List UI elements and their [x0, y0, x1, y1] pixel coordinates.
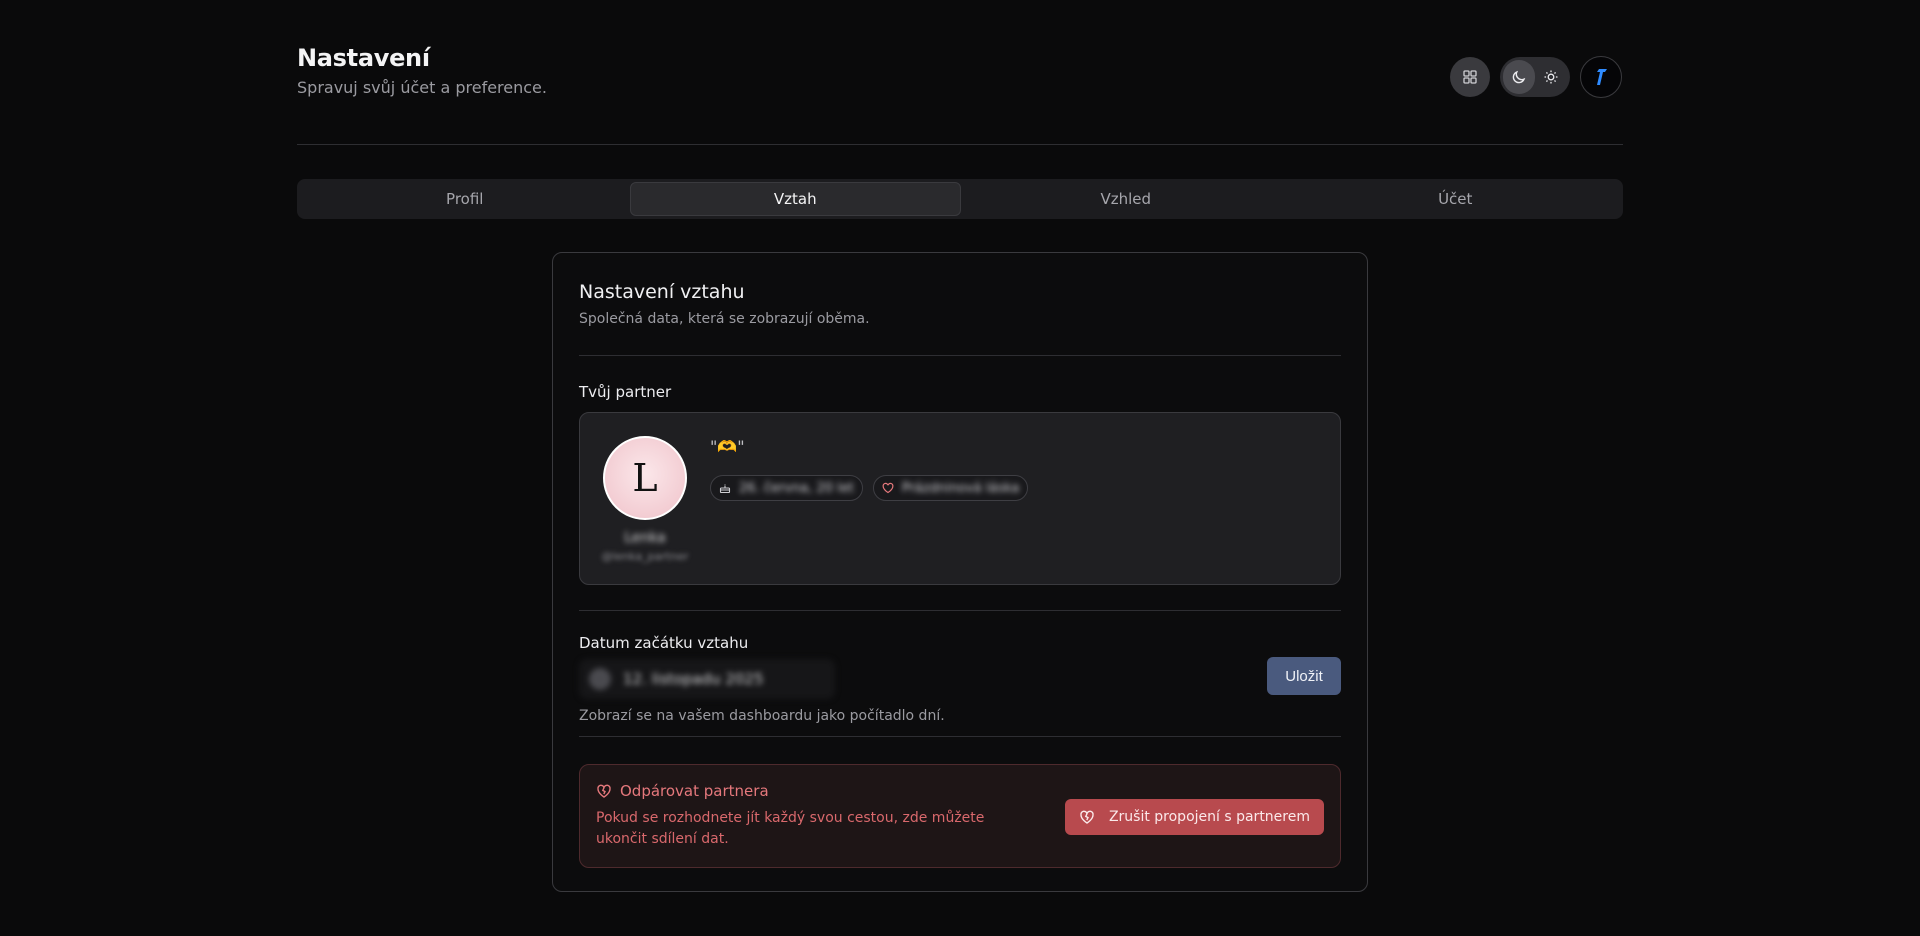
relationship-date-row: 12. listopadu 2025 Uložit	[579, 657, 1341, 701]
heart-crack-icon	[597, 784, 611, 798]
card-title: Nastavení vztahu	[579, 281, 745, 303]
tab-profil[interactable]: Profil	[300, 182, 630, 216]
relationship-date-picker[interactable]: 12. listopadu 2025	[579, 659, 835, 699]
relationship-settings-card: Nastavení vztahu Společná data, která se…	[552, 252, 1368, 892]
light-theme-option[interactable]	[1535, 60, 1567, 94]
save-button[interactable]: Uložit	[1267, 657, 1341, 695]
partner-name: Lenka	[624, 530, 666, 546]
heart-crack-icon	[1080, 810, 1094, 824]
status-chip: Prázdninová láska	[872, 475, 1029, 501]
page-subtitle: Spravuj svůj účet a preference.	[297, 78, 547, 97]
section-divider	[579, 610, 1341, 611]
grid-icon	[1463, 70, 1477, 84]
partner-quote: "🫶"	[710, 437, 745, 456]
unpair-title: Odpárovat partnera	[620, 782, 769, 800]
page-title: Nastavení	[297, 44, 430, 72]
partner-avatar: L	[603, 436, 687, 520]
tab-ucet[interactable]: Účet	[1291, 182, 1621, 216]
partner-section-label: Tvůj partner	[579, 383, 672, 401]
moon-icon	[1512, 70, 1526, 84]
card-divider	[579, 355, 1341, 356]
top-controls	[1450, 56, 1622, 98]
unpair-button[interactable]: Zrušit propojení s partnerem	[1064, 799, 1324, 835]
apps-button[interactable]	[1450, 57, 1490, 97]
unpair-title-row: Odpárovat partnera	[596, 782, 769, 800]
unpair-button-label: Zrušit propojení s partnerem	[1108, 809, 1310, 825]
birthday-text: 26. června, 20 let	[739, 480, 854, 496]
tab-vzhled[interactable]: Vzhled	[961, 182, 1291, 216]
card-description: Společná data, která se zobrazují oběma.	[579, 311, 870, 327]
tab-vztah[interactable]: Vztah	[629, 182, 961, 216]
header-divider	[297, 144, 1623, 145]
page-header: Nastavení Spravuj svůj účet a preference…	[297, 44, 547, 97]
relationship-date-label: Datum začátku vztahu	[579, 634, 749, 652]
birthday-chip: 26. června, 20 let	[710, 475, 863, 501]
settings-page: Nastavení Spravuj svůj účet a preference…	[0, 0, 1920, 936]
user-avatar-button[interactable]	[1580, 56, 1622, 98]
calendar-icon	[589, 668, 611, 690]
section-divider-2	[579, 736, 1341, 737]
dark-theme-option[interactable]	[1503, 60, 1535, 94]
theme-toggle[interactable]	[1500, 57, 1570, 97]
partner-handle: @lenka_partner	[601, 550, 689, 563]
unpair-description: Pokud se rozhodnete jít každý svou cesto…	[596, 810, 985, 847]
cake-icon	[719, 484, 731, 494]
relationship-date-help: Zobrazí se na vašem dashboardu jako počí…	[579, 708, 945, 724]
partner-chips: 26. června, 20 let Prázdninová láska	[710, 475, 1029, 501]
heart-icon	[882, 482, 894, 494]
settings-tabs: Profil Vztah Vzhled Účet	[297, 179, 1623, 219]
unpair-panel: Odpárovat partnera Pokud se rozhodnete j…	[579, 764, 1341, 868]
partner-card: L Lenka @lenka_partner "🫶" 26. června, 2…	[579, 412, 1341, 585]
user-avatar-icon	[1597, 69, 1607, 85]
status-text: Prázdninová láska	[901, 480, 1020, 496]
sun-icon	[1544, 70, 1558, 84]
partner-avatar-letter: L	[632, 456, 658, 500]
relationship-date-value: 12. listopadu 2025	[623, 670, 764, 688]
